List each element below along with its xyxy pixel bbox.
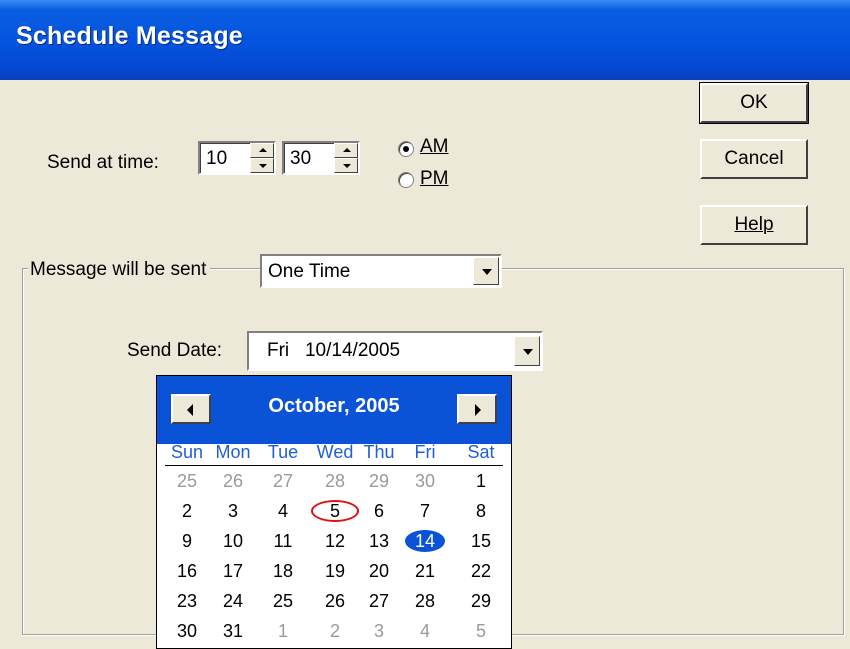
calendar-day[interactable]: 5	[318, 500, 352, 522]
calendar-day[interactable]: 26	[318, 590, 352, 612]
calendar-day[interactable]: 21	[408, 560, 442, 582]
chevron-down-icon	[523, 349, 533, 355]
weekday-sat: Sat	[467, 442, 495, 462]
minute-up-button[interactable]	[334, 143, 358, 158]
minute-down-button[interactable]	[334, 158, 358, 173]
radio-dot-icon	[403, 146, 409, 152]
calendar-day[interactable]: 29	[362, 470, 396, 492]
calendar-day[interactable]: 30	[170, 620, 204, 642]
window-title: Schedule Message	[16, 22, 243, 50]
calendar-day[interactable]: 2	[318, 620, 352, 642]
send-date-value: Fri 10/14/2005	[267, 340, 401, 361]
arrow-up-icon	[343, 148, 351, 152]
calendar-day[interactable]: 4	[408, 620, 442, 642]
next-month-button[interactable]	[457, 394, 497, 424]
calendar-day[interactable]: 3	[216, 500, 250, 522]
calendar-header: October, 2005	[157, 376, 511, 444]
weekday-divider	[165, 465, 503, 466]
calendar-day[interactable]: 16	[170, 560, 204, 582]
calendar-day[interactable]: 29	[464, 590, 498, 612]
calendar-day[interactable]: 14	[408, 530, 442, 552]
calendar-day[interactable]: 6	[362, 500, 396, 522]
calendar-day[interactable]: 27	[362, 590, 396, 612]
frequency-dropdown[interactable]: One Time	[260, 254, 502, 288]
send-date-dropdown-button[interactable]	[514, 336, 540, 366]
calendar-day[interactable]: 3	[362, 620, 396, 642]
calendar-day[interactable]: 20	[362, 560, 396, 582]
calendar-day[interactable]: 22	[464, 560, 498, 582]
frequency-label: Message will be sent	[28, 259, 211, 281]
minute-value[interactable]: 30	[290, 148, 311, 170]
calendar-day[interactable]: 28	[318, 470, 352, 492]
calendar-day[interactable]: 26	[216, 470, 250, 492]
hour-up-button[interactable]	[250, 143, 274, 158]
calendar-day[interactable]: 2	[170, 500, 204, 522]
weekday-sun: Sun	[170, 442, 204, 462]
hour-down-button[interactable]	[250, 158, 274, 173]
arrow-down-icon	[343, 164, 351, 168]
frequency-dropdown-button[interactable]	[473, 257, 499, 285]
calendar-day[interactable]: 7	[408, 500, 442, 522]
calendar-day[interactable]: 10	[216, 530, 250, 552]
weekday-tue: Tue	[267, 442, 299, 462]
send-date-picker[interactable]: Fri 10/14/2005	[247, 331, 543, 371]
send-time-label: Send at time:	[47, 152, 159, 173]
chevron-down-icon	[482, 269, 492, 275]
calendar-day[interactable]: 12	[318, 530, 352, 552]
calendar-day[interactable]: 17	[216, 560, 250, 582]
calendar-day[interactable]: 25	[170, 470, 204, 492]
calendar-day[interactable]: 1	[266, 620, 300, 642]
calendar-day[interactable]: 4	[266, 500, 300, 522]
calendar-day[interactable]: 31	[216, 620, 250, 642]
calendar-day[interactable]: 27	[266, 470, 300, 492]
pm-label[interactable]: PM	[420, 168, 449, 190]
title-bar[interactable]: Schedule Message	[0, 0, 850, 80]
weekday-wed: Wed	[316, 442, 354, 462]
am-radio[interactable]	[398, 141, 414, 157]
calendar-day[interactable]: 28	[408, 590, 442, 612]
frequency-value: One Time	[268, 261, 351, 282]
help-button[interactable]: Help	[700, 205, 808, 245]
calendar-day[interactable]: 9	[170, 530, 204, 552]
calendar-popup[interactable]: October, 2005 Sun Mon Tue Wed Thu Fri Sat 25 26…	[156, 375, 512, 649]
arrow-down-icon	[259, 164, 267, 168]
hour-spinner[interactable]: 10	[198, 141, 276, 175]
calendar-day[interactable]: 8	[464, 500, 498, 522]
chevron-right-icon	[475, 404, 481, 416]
ok-button[interactable]: OK	[699, 82, 809, 124]
cancel-button[interactable]: Cancel	[700, 139, 808, 179]
calendar-day[interactable]: 19	[318, 560, 352, 582]
weekday-mon: Mon	[215, 442, 251, 462]
calendar-day[interactable]: 23	[170, 590, 204, 612]
calendar-day[interactable]: 13	[362, 530, 396, 552]
calendar-day[interactable]: 18	[266, 560, 300, 582]
arrow-up-icon	[259, 148, 267, 152]
calendar-day[interactable]: 1	[464, 470, 498, 492]
calendar-day[interactable]: 5	[464, 620, 498, 642]
minute-spinner[interactable]: 30	[282, 141, 360, 175]
calendar-day[interactable]: 30	[408, 470, 442, 492]
weekday-thu: Thu	[363, 442, 395, 462]
pm-radio[interactable]	[398, 172, 414, 188]
weekday-fri: Fri	[414, 442, 436, 462]
send-date-label: Send Date:	[127, 340, 223, 361]
calendar-day[interactable]: 15	[464, 530, 498, 552]
am-label[interactable]: AM	[420, 136, 449, 158]
calendar-day[interactable]: 25	[266, 590, 300, 612]
hour-value[interactable]: 10	[206, 148, 227, 170]
calendar-day[interactable]: 24	[216, 590, 250, 612]
calendar-day[interactable]: 11	[266, 530, 300, 552]
